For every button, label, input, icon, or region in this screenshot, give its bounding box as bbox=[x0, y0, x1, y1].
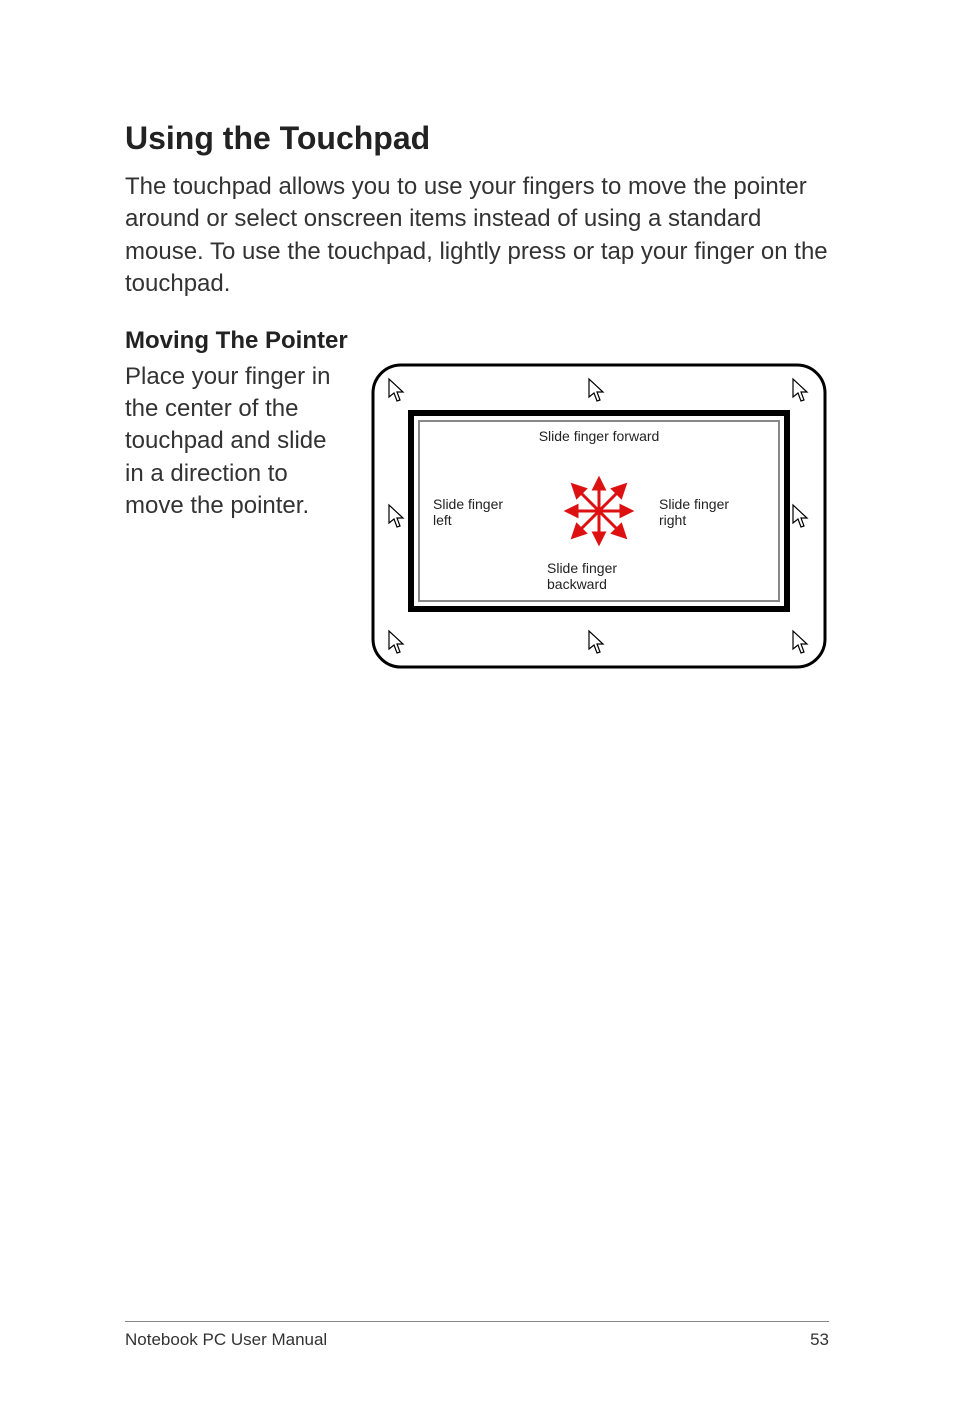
section-heading: Using the Touchpad bbox=[125, 120, 829, 157]
pointer-cursor-icon bbox=[589, 379, 603, 401]
label-left-line1: Slide finger left bbox=[433, 496, 507, 528]
pointer-cursor-icon bbox=[389, 631, 403, 653]
footer-doc-title: Notebook PC User Manual bbox=[125, 1330, 327, 1350]
pointer-cursor-icon bbox=[793, 379, 807, 401]
intro-paragraph: The touchpad allows you to use your fing… bbox=[125, 171, 829, 301]
instruction-text: Place your finger in the center of the t… bbox=[125, 361, 345, 523]
label-forward: Slide finger forward bbox=[539, 428, 660, 444]
pointer-cursor-icon bbox=[589, 631, 603, 653]
subsection-heading: Moving The Pointer bbox=[125, 327, 829, 355]
pointer-cursor-icon bbox=[389, 505, 403, 527]
eight-direction-arrow-icon bbox=[567, 479, 631, 543]
pointer-cursor-icon bbox=[793, 505, 807, 527]
pointer-cursor-icon bbox=[793, 631, 807, 653]
label-backward: Slide finger backward bbox=[547, 560, 621, 592]
page-footer: Notebook PC User Manual 53 bbox=[125, 1321, 829, 1350]
footer-page-number: 53 bbox=[810, 1330, 829, 1350]
touchpad-diagram: Slide finger forward Slide finger left S… bbox=[369, 361, 829, 676]
pointer-cursor-icon bbox=[389, 379, 403, 401]
label-right: Slide finger right bbox=[659, 496, 733, 528]
